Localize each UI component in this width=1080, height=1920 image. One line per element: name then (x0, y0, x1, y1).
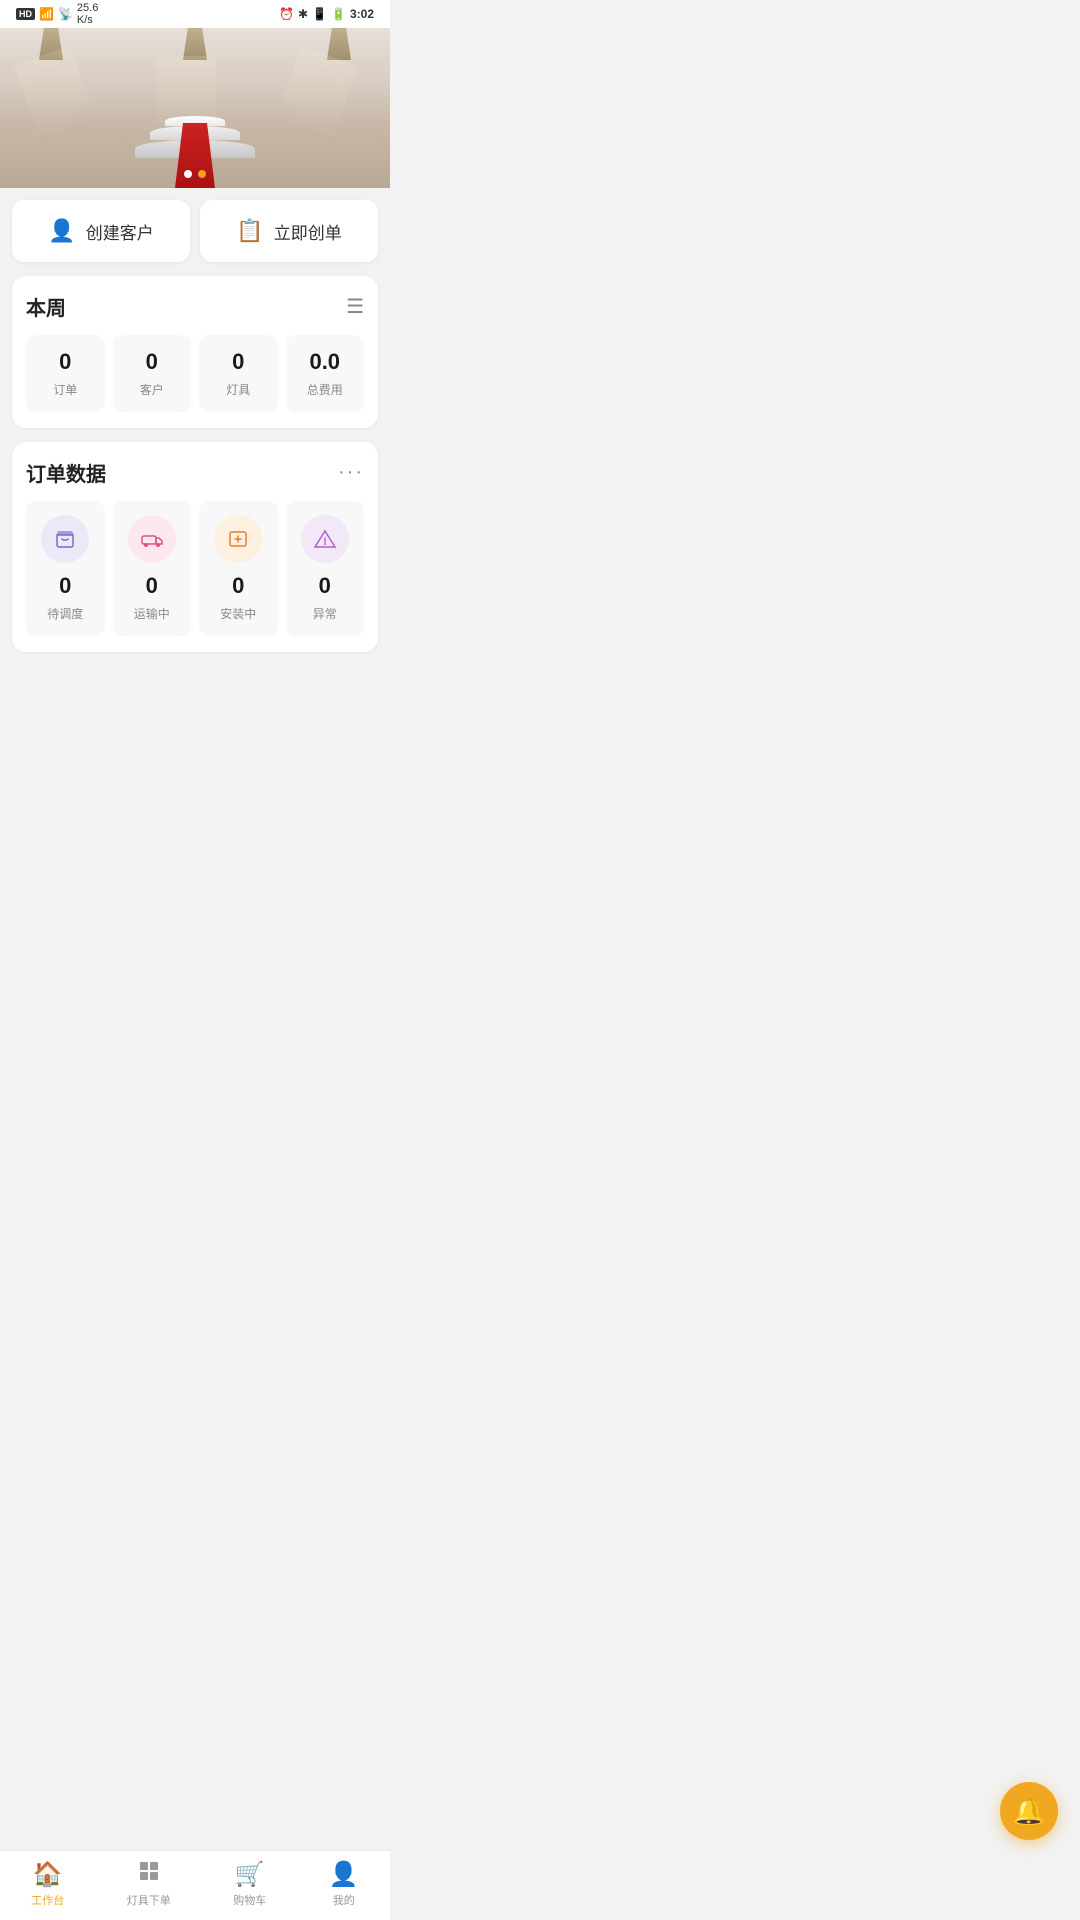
week-section-header: 本周 ☰ (26, 292, 364, 321)
order-lights-icon (137, 1859, 161, 1889)
stat-total-cost-label: 总费用 (292, 381, 359, 398)
nav-order-lights[interactable]: 灯具下单 (127, 1859, 171, 1908)
week-menu-icon[interactable]: ☰ (346, 294, 364, 319)
wifi-icon: 📡 (58, 7, 73, 21)
nav-cart[interactable]: 🛒 购物车 (233, 1860, 266, 1908)
exception-value: 0 (292, 573, 359, 599)
order-more-icon[interactable]: ··· (338, 461, 364, 484)
phone-icon: 📱 (312, 7, 327, 21)
create-customer-button[interactable]: 👤 创建客户 (12, 200, 190, 262)
nav-workbench[interactable]: 🏠 工作台 (31, 1860, 64, 1908)
transport-value: 0 (119, 573, 186, 599)
week-section: 本周 ☰ 0 订单 0 客户 0 灯具 0.0 总费用 (12, 276, 378, 428)
installing-icon-wrap (214, 515, 262, 563)
mine-label: 我的 (333, 1892, 355, 1908)
transport-icon-wrap (128, 515, 176, 563)
dot-1 (184, 170, 192, 178)
speed-label: 25.6K/s (77, 2, 98, 26)
create-order-label: 立即创单 (274, 219, 342, 244)
order-section-title: 订单数据 (26, 458, 106, 487)
order-transport: 0 运输中 (113, 501, 192, 636)
status-right: ⏰ ✱ 📱 🔋 3:02 (279, 7, 374, 21)
stat-lights-label: 灯具 (205, 381, 272, 398)
spotlight-left (30, 28, 72, 136)
order-pending: 0 待调度 (26, 501, 105, 636)
order-data-section: 订单数据 ··· 0 待调度 (12, 442, 378, 652)
order-section-header: 订单数据 ··· (26, 458, 364, 487)
alarm-icon: ⏰ (279, 7, 294, 21)
time-label: 3:02 (350, 7, 374, 21)
cart-label: 购物车 (233, 1892, 266, 1908)
banner (0, 28, 390, 188)
workbench-label: 工作台 (31, 1892, 64, 1908)
spotlight-right (318, 28, 360, 136)
stat-lights: 0 灯具 (199, 335, 278, 412)
transport-label: 运输中 (119, 605, 186, 622)
main-content: 👤 创建客户 📋 立即创单 本周 ☰ 0 订单 0 客户 0 灯具 (0, 188, 390, 746)
installing-label: 安装中 (205, 605, 272, 622)
pending-label: 待调度 (32, 605, 99, 622)
mine-icon: 👤 (329, 1860, 359, 1889)
bottom-nav: 🏠 工作台 灯具下单 🛒 购物车 👤 我的 (0, 1850, 390, 1920)
create-order-button[interactable]: 📋 立即创单 (200, 200, 378, 262)
workbench-icon: 🏠 (33, 1860, 63, 1889)
pending-icon-wrap (41, 515, 89, 563)
bluetooth-icon: ✱ (298, 7, 308, 21)
exception-label: 异常 (292, 605, 359, 622)
order-installing: 0 安装中 (199, 501, 278, 636)
week-section-title: 本周 (26, 292, 66, 321)
stat-orders-value: 0 (32, 349, 99, 375)
quick-actions: 👤 创建客户 📋 立即创单 (12, 200, 378, 262)
stat-customers-label: 客户 (119, 381, 186, 398)
hd-badge: HD (16, 8, 35, 20)
installing-value: 0 (205, 573, 272, 599)
status-bar: HD 📶 📡 25.6K/s ⏰ ✱ 📱 🔋 3:02 (0, 0, 390, 28)
stat-customers-value: 0 (119, 349, 186, 375)
bell-icon: 🔔 (1013, 1796, 1045, 1827)
exception-icon-wrap (301, 515, 349, 563)
order-exception: 0 异常 (286, 501, 365, 636)
dot-2 (198, 170, 206, 178)
stats-grid: 0 订单 0 客户 0 灯具 0.0 总费用 (26, 335, 364, 412)
order-lights-label: 灯具下单 (127, 1892, 171, 1908)
customer-icon: 👤 (48, 218, 75, 244)
stat-orders-label: 订单 (32, 381, 99, 398)
order-grid: 0 待调度 0 运输中 (26, 501, 364, 636)
stat-orders: 0 订单 (26, 335, 105, 412)
battery-icon: 🔋 (331, 7, 346, 21)
nav-mine[interactable]: 👤 我的 (329, 1860, 359, 1908)
create-customer-label: 创建客户 (86, 219, 154, 244)
stat-total-cost-value: 0.0 (292, 349, 359, 375)
cart-icon: 🛒 (235, 1860, 265, 1889)
pending-value: 0 (32, 573, 99, 599)
stat-lights-value: 0 (205, 349, 272, 375)
banner-dots (184, 170, 206, 178)
stat-customers: 0 客户 (113, 335, 192, 412)
status-left: HD 📶 📡 25.6K/s (16, 2, 98, 26)
order-icon: 📋 (236, 218, 263, 244)
stat-total-cost: 0.0 总费用 (286, 335, 365, 412)
notification-fab[interactable]: 🔔 (1000, 1782, 1058, 1840)
signal-icon: 📶 (39, 7, 54, 21)
